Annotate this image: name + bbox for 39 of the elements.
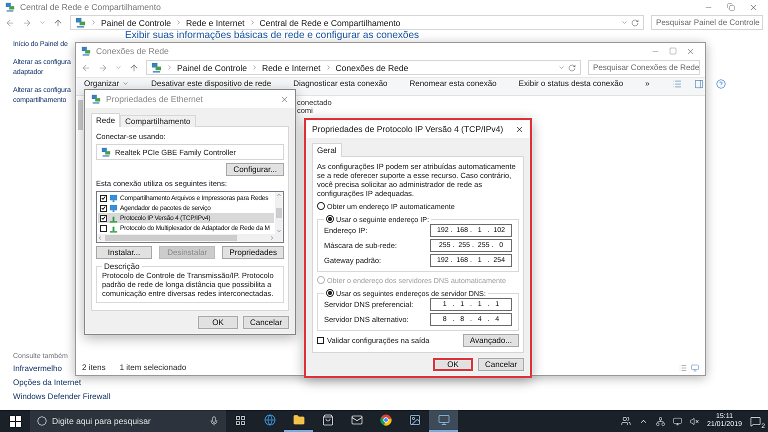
advanced-button[interactable]: Avançado... xyxy=(462,334,519,347)
dialog-title: Propriedades de Protocolo IP Versão 4 (TCP/IPv4) xyxy=(312,124,504,134)
group-title: Descrição xyxy=(103,262,141,271)
dialog-button[interactable]: OK xyxy=(198,316,238,329)
address-bar[interactable]: Painel de Controle Rede e Internet Central de Rede e Compartilhamento xyxy=(70,15,644,30)
breadcrumb-item[interactable]: Conexões de Rede xyxy=(336,62,408,72)
search-field[interactable]: Pesquisar Conexões de Rede xyxy=(588,60,700,75)
sidebar-link[interactable]: Windows Defender Firewall xyxy=(13,392,110,402)
address-bar[interactable]: Painel de Controle Rede e Internet Conexões de Rede xyxy=(146,60,581,75)
search-field[interactable]: Pesquisar Painel de Controle xyxy=(651,15,763,30)
window-title: Central de Rede e Compartilhamento xyxy=(20,2,162,12)
status-text: 1 item selecionado xyxy=(120,363,186,372)
dialog-button[interactable]: Propriedades xyxy=(222,246,284,259)
dialog-button[interactable]: Cancelar xyxy=(478,358,524,371)
window-title: Conexões de Rede xyxy=(96,46,170,56)
toolbar-button[interactable]: Diagnosticar esta conexão xyxy=(293,79,388,88)
dialog-button[interactable]: OK xyxy=(432,358,473,371)
page-heading: Exibir suas informações básicas de rede e configurar as conexões xyxy=(125,31,420,41)
dialog-button[interactable]: Instalar... xyxy=(96,246,152,259)
sidebar-link[interactable]: Opções da Internet xyxy=(13,378,82,388)
tab[interactable]: Geral xyxy=(312,143,342,157)
breadcrumb-item[interactable]: Rede e Internet xyxy=(186,18,245,28)
toolbar-button[interactable]: Desativar este dispositivo de rede xyxy=(151,79,272,88)
status-text: 2 itens xyxy=(82,363,106,372)
toolbar-button[interactable]: » xyxy=(645,79,650,88)
breadcrumb-item[interactable]: Rede e Internet xyxy=(262,62,321,72)
toolbar-button[interactable]: Exibir o status desta conexão xyxy=(518,79,624,88)
tab[interactable]: Rede xyxy=(91,113,120,127)
configure-button[interactable]: Configurar... xyxy=(226,163,284,176)
breadcrumb-item[interactable]: Painel de Controle xyxy=(177,62,247,72)
toolbar-button[interactable]: Organizar xyxy=(84,79,130,88)
breadcrumb-item[interactable]: Central de Rede e Compartilhamento xyxy=(260,18,400,28)
tab[interactable]: Compartilhamento xyxy=(120,115,196,127)
toolbar-button[interactable]: Renomear esta conexão xyxy=(409,79,497,88)
sidebar-link[interactable]: Infravermelho xyxy=(13,364,62,374)
taskbar-search-field[interactable]: Digite aqui para pesquisar xyxy=(30,410,226,432)
dialog-title: Propriedades de Ethernet xyxy=(106,94,204,104)
breadcrumb-item[interactable]: Painel de Controle xyxy=(101,18,171,28)
dialog-button[interactable]: Cancelar xyxy=(242,316,289,329)
